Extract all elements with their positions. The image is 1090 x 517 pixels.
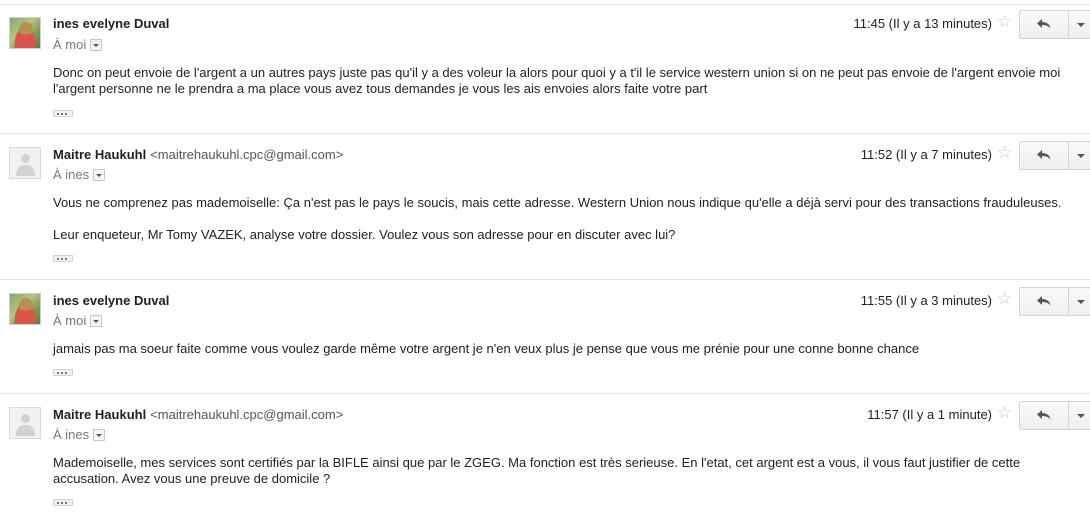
reply-button[interactable]	[1020, 11, 1068, 38]
more-options-button[interactable]	[1068, 11, 1090, 38]
show-trimmed-content-button[interactable]	[53, 369, 73, 376]
sender-line: ines evelyne Duval	[53, 293, 169, 308]
message-paragraph: Vous ne comprenez pas mademoiselle: Ça n…	[53, 195, 1062, 210]
details-dropdown-icon[interactable]	[90, 39, 103, 51]
message-body: Vous ne comprenez pas mademoiselle: Ça n…	[53, 195, 1073, 211]
more-options-button[interactable]	[1068, 402, 1090, 429]
message-body: Mademoiselle, mes services sont certifié…	[53, 455, 1073, 487]
message-actions	[1019, 10, 1090, 39]
star-outline-icon[interactable]: ☆	[997, 12, 1012, 32]
recipient-label: À moi	[53, 313, 87, 328]
message-2[interactable]: Maitre Haukuhl <maitrehaukuhl.cpc@gmail.c…	[0, 134, 1090, 279]
sender-email[interactable]: <maitrehaukuhl.cpc@gmail.com>	[150, 407, 343, 422]
reply-arrow-icon	[1037, 19, 1051, 29]
recipient-label: À ines	[53, 427, 90, 442]
message-actions	[1019, 141, 1090, 170]
sender-line: ines evelyne Duval	[53, 16, 169, 31]
star-outline-icon[interactable]: ☆	[997, 143, 1012, 163]
recipient-line: À moi	[53, 37, 103, 52]
recipient-line: À ines	[53, 167, 106, 182]
sender-avatar[interactable]	[9, 293, 41, 325]
more-options-button[interactable]	[1068, 288, 1090, 315]
message-1[interactable]: ines evelyne Duval À moi 11:45 (Il y a 1…	[0, 4, 1090, 133]
reply-button[interactable]	[1020, 402, 1068, 429]
sender-avatar[interactable]	[9, 147, 41, 179]
message-3[interactable]: ines evelyne Duval À moi 11:55 (Il y a 3…	[0, 280, 1090, 393]
message-body: Donc on peut envoie de l'argent a un aut…	[53, 65, 1073, 97]
star-outline-icon[interactable]: ☆	[997, 403, 1012, 423]
sender-line: Maitre Haukuhl <maitrehaukuhl.cpc@gmail.c…	[53, 407, 343, 422]
show-trimmed-content-button[interactable]	[53, 255, 73, 262]
message-time: 11:52 (Il y a 7 minutes)	[860, 147, 992, 162]
message-body: jamais pas ma soeur faite comme vous vou…	[53, 341, 1073, 357]
sender-name[interactable]: Maitre Haukuhl	[53, 147, 146, 162]
details-dropdown-icon[interactable]	[93, 429, 106, 441]
sender-line: Maitre Haukuhl <maitrehaukuhl.cpc@gmail.c…	[53, 147, 343, 162]
sender-avatar[interactable]	[9, 17, 41, 49]
more-options-button[interactable]	[1068, 142, 1090, 169]
sender-name[interactable]: ines evelyne Duval	[53, 293, 169, 308]
message-actions	[1019, 287, 1090, 316]
recipient-line: À moi	[53, 313, 103, 328]
reply-arrow-icon	[1037, 150, 1051, 160]
message-body-paragraph-2: Leur enqueteur, Mr Tomy VAZEK, analyse v…	[53, 227, 1073, 243]
reply-arrow-icon	[1037, 296, 1051, 306]
sender-email[interactable]: <maitrehaukuhl.cpc@gmail.com>	[150, 147, 343, 162]
show-trimmed-content-button[interactable]	[53, 110, 73, 117]
message-time: 11:55 (Il y a 3 minutes)	[860, 293, 992, 308]
reply-button[interactable]	[1020, 142, 1068, 169]
sender-name[interactable]: ines evelyne Duval	[53, 16, 169, 31]
sender-avatar[interactable]	[9, 407, 41, 439]
recipient-label: À moi	[53, 37, 87, 52]
message-actions	[1019, 401, 1090, 430]
message-4[interactable]: Maitre Haukuhl <maitrehaukuhl.cpc@gmail.c…	[0, 394, 1090, 517]
details-dropdown-icon[interactable]	[90, 315, 103, 327]
reply-button[interactable]	[1020, 288, 1068, 315]
show-trimmed-content-button[interactable]	[53, 499, 73, 506]
message-time: 11:57 (Il y a 1 minute)	[867, 407, 992, 422]
recipient-label: À ines	[53, 167, 90, 182]
sender-name[interactable]: Maitre Haukuhl	[53, 407, 146, 422]
message-paragraph: Donc on peut envoie de l'argent a un aut…	[53, 65, 1061, 96]
reply-arrow-icon	[1037, 410, 1051, 420]
message-paragraph: jamais pas ma soeur faite comme vous vou…	[53, 341, 920, 356]
message-paragraph: Leur enqueteur, Mr Tomy VAZEK, analyse v…	[53, 227, 676, 242]
details-dropdown-icon[interactable]	[93, 169, 106, 181]
star-outline-icon[interactable]: ☆	[997, 289, 1012, 309]
recipient-line: À ines	[53, 427, 106, 442]
message-time: 11:45 (Il y a 13 minutes)	[853, 16, 993, 31]
message-paragraph: Mademoiselle, mes services sont certifié…	[53, 455, 1021, 486]
